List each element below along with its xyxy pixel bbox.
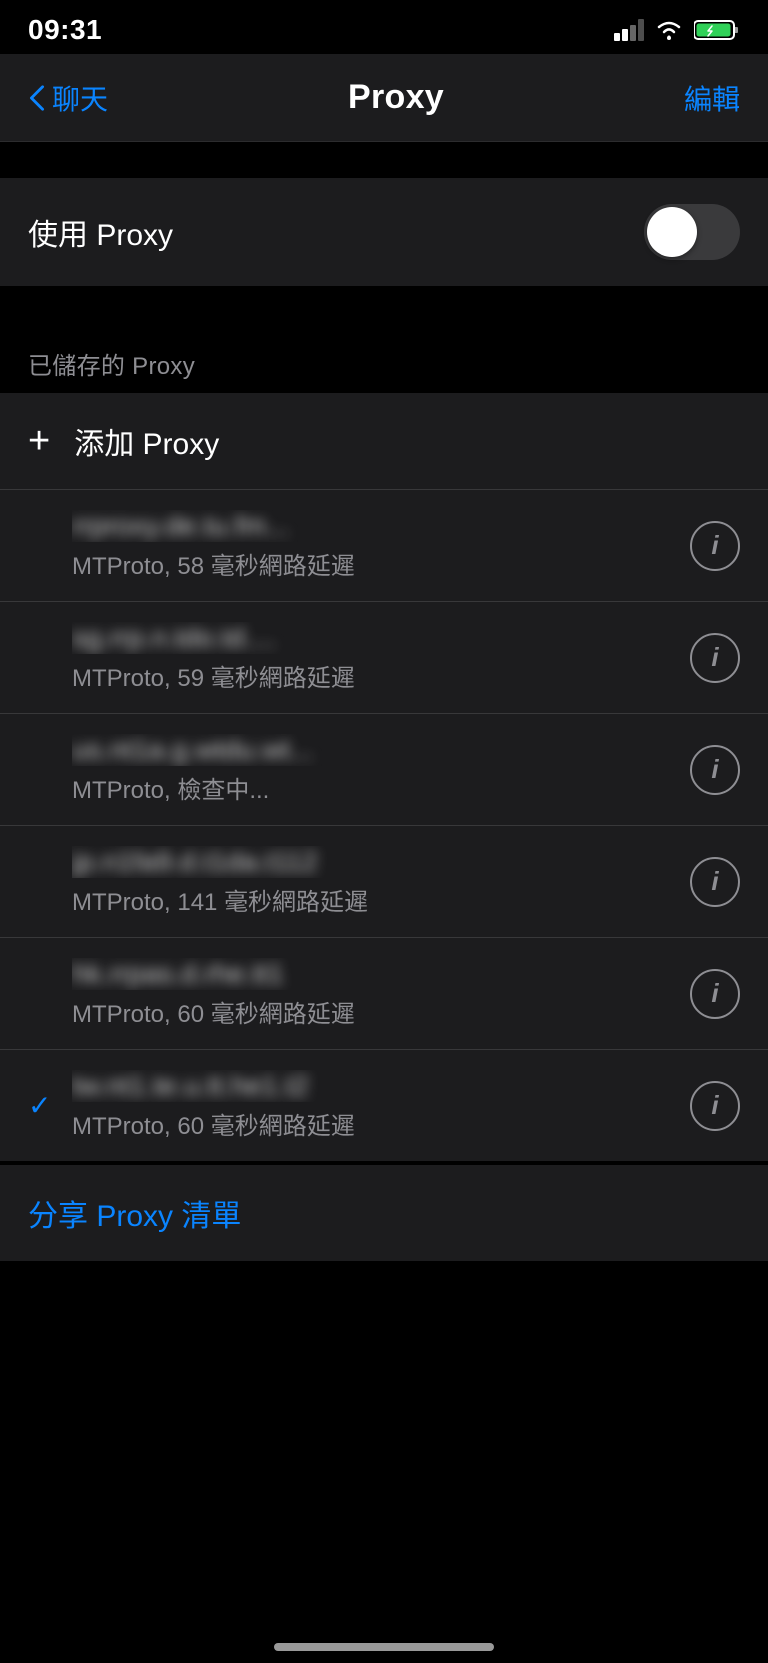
dark-strip (0, 142, 768, 178)
proxy-detail: MTProto, 60 毫秒網路延遲 (72, 1106, 674, 1141)
proxy-name: jp.n1fa9.d.t1da.t112 (72, 846, 674, 878)
proxy-check-icon: ✓ (28, 1089, 72, 1122)
proxy-info-button[interactable]: i (690, 745, 740, 795)
proxy-name: tw.nt1.te.u.tt.he1.t2 (72, 1070, 674, 1102)
proxy-name: hk.rrpas.d.rhe.tt1 (72, 958, 674, 990)
proxy-name: sg.rrp.n.tdo.td.... (72, 622, 674, 654)
add-proxy-section: + 添加 Proxy (0, 393, 768, 490)
proxy-info-button[interactable]: i (690, 1081, 740, 1131)
proxy-info: tw.nt1.te.u.tt.he1.t2 MTProto, 60 毫秒網路延遲 (72, 1070, 674, 1141)
proxy-info: jp.n1fa9.d.t1da.t112 MTProto, 141 毫秒網路延遲 (72, 846, 674, 917)
proxy-list: rrproxy.de.tu.fm...MTProto, 58 毫秒網路延遲isg… (0, 490, 768, 1161)
signal-icon (614, 19, 644, 41)
proxy-detail: MTProto, 141 毫秒網路延遲 (72, 882, 674, 917)
back-label: 聊天 (52, 78, 108, 118)
edit-button[interactable]: 編輯 (684, 78, 740, 118)
proxy-detail: MTProto, 59 毫秒網路延遲 (72, 658, 674, 693)
use-proxy-row: 使用 Proxy (28, 178, 740, 286)
proxy-info-button[interactable]: i (690, 857, 740, 907)
wifi-icon (654, 19, 684, 41)
proxy-info-button[interactable]: i (690, 521, 740, 571)
status-time: 09:31 (28, 14, 102, 46)
bottom-area (0, 1261, 768, 1461)
proxy-item[interactable]: hk.rrpas.d.rhe.tt1 MTProto, 60 毫秒網路延遲 i (0, 938, 768, 1050)
proxy-info-button[interactable]: i (690, 969, 740, 1019)
saved-proxy-header: 已儲存的 Proxy (0, 322, 768, 393)
proxy-info: rrproxy.de.tu.fm... MTProto, 58 毫秒網路延遲 (72, 510, 674, 581)
dark-strip-2 (0, 286, 768, 322)
status-bar: 09:31 (0, 0, 768, 54)
share-section: 分享 Proxy 清單 (0, 1165, 768, 1261)
proxy-item[interactable]: us.nt1a.g.wtdu.wt... MTProto, 檢查中... i (0, 714, 768, 826)
share-proxy-list-button[interactable]: 分享 Proxy 清單 (0, 1165, 768, 1261)
proxy-detail: MTProto, 58 毫秒網路延遲 (72, 546, 674, 581)
proxy-info-button[interactable]: i (690, 633, 740, 683)
proxy-item[interactable]: rrproxy.de.tu.fm... MTProto, 58 毫秒網路延遲 i (0, 490, 768, 602)
proxy-info: hk.rrpas.d.rhe.tt1 MTProto, 60 毫秒網路延遲 (72, 958, 674, 1029)
use-proxy-toggle[interactable] (644, 204, 740, 260)
status-icons (614, 18, 740, 42)
proxy-item[interactable]: sg.rrp.n.tdo.td.... MTProto, 59 毫秒網路延遲 i (0, 602, 768, 714)
back-button[interactable]: 聊天 (28, 78, 108, 118)
proxy-item[interactable]: ✓tw.nt1.te.u.tt.he1.t2 MTProto, 60 毫秒網路延遲… (0, 1050, 768, 1161)
proxy-name: rrproxy.de.tu.fm... (72, 510, 674, 542)
proxy-item[interactable]: jp.n1fa9.d.t1da.t112 MTProto, 141 毫秒網路延遲 i (0, 826, 768, 938)
add-icon: + (28, 422, 50, 460)
battery-icon (694, 18, 740, 42)
proxy-info: us.nt1a.g.wtdu.wt... MTProto, 檢查中... (72, 734, 674, 805)
toggle-section: 使用 Proxy (0, 178, 768, 286)
proxy-detail: MTProto, 60 毫秒網路延遲 (72, 994, 674, 1029)
proxy-detail: MTProto, 檢查中... (72, 770, 674, 805)
use-proxy-label: 使用 Proxy (28, 210, 173, 254)
home-indicator (274, 1643, 494, 1651)
proxy-info: sg.rrp.n.tdo.td.... MTProto, 59 毫秒網路延遲 (72, 622, 674, 693)
proxy-name: us.nt1a.g.wtdu.wt... (72, 734, 674, 766)
add-proxy-label: 添加 Proxy (74, 419, 219, 463)
nav-bar: 聊天 Proxy 編輯 (0, 54, 768, 142)
page-title: Proxy (348, 78, 444, 117)
add-proxy-row[interactable]: + 添加 Proxy (0, 393, 768, 489)
